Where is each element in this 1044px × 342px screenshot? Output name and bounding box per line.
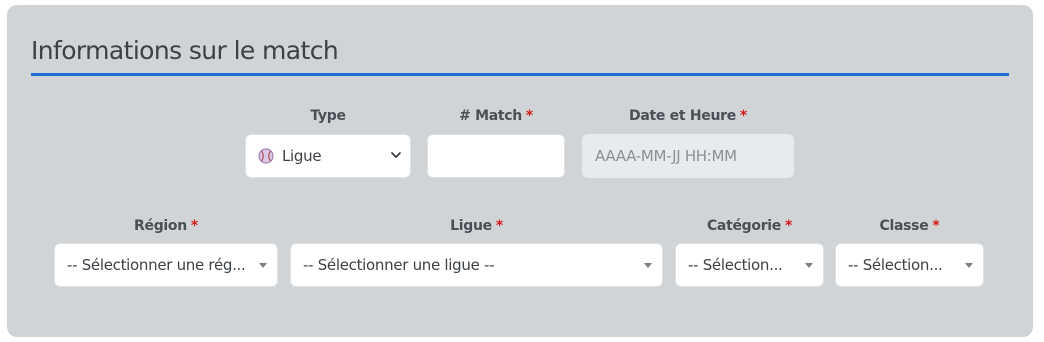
class-select-value: -- Sélection...	[848, 256, 943, 274]
league-label-text: Ligue	[450, 218, 492, 234]
required-mark: *	[739, 108, 747, 124]
league-label: Ligue *	[290, 218, 663, 234]
region-select[interactable]: -- Sélectionner une rég...	[54, 243, 278, 287]
date-time-label: Date et Heure *	[582, 108, 794, 124]
date-time-label-text: Date et Heure	[629, 108, 736, 124]
caret-down-icon	[259, 263, 267, 268]
type-label-text: Type	[310, 108, 346, 124]
required-mark: *	[190, 218, 198, 234]
category-select-value: -- Sélection...	[688, 256, 783, 274]
class-select[interactable]: -- Sélection...	[835, 243, 984, 287]
caret-down-icon	[805, 263, 813, 268]
type-label: Type	[245, 108, 411, 124]
required-mark: *	[785, 218, 793, 234]
caret-down-icon	[644, 263, 652, 268]
class-label-text: Classe	[879, 218, 929, 234]
league-select-value: -- Sélectionner une ligue --	[303, 256, 495, 274]
class-label: Classe *	[835, 218, 984, 234]
category-label-text: Catégorie	[706, 218, 782, 234]
type-select-value: Ligue	[282, 147, 322, 165]
required-mark: *	[525, 108, 533, 124]
match-number-label: # Match *	[427, 108, 565, 124]
required-mark: *	[932, 218, 940, 234]
caret-down-icon	[965, 263, 973, 268]
chevron-down-icon	[391, 152, 401, 158]
category-select[interactable]: -- Sélection...	[675, 243, 824, 287]
category-label: Catégorie *	[675, 218, 824, 234]
section-title: Informations sur le match	[31, 36, 339, 65]
league-select[interactable]: -- Sélectionner une ligue --	[290, 243, 663, 287]
match-number-label-text: # Match	[459, 108, 522, 124]
region-label: Région *	[54, 218, 278, 234]
title-divider	[31, 73, 1009, 76]
match-info-card: Informations sur le match Type # Match * …	[7, 5, 1033, 337]
date-time-input[interactable]: AAAA-MM-JJ HH:MM	[582, 134, 794, 178]
region-label-text: Région	[134, 218, 187, 234]
region-select-value: -- Sélectionner une rég...	[67, 256, 246, 274]
match-number-input[interactable]	[427, 134, 565, 178]
baseball-icon	[258, 148, 274, 164]
required-mark: *	[495, 218, 503, 234]
type-select[interactable]: Ligue	[245, 134, 411, 178]
date-time-placeholder: AAAA-MM-JJ HH:MM	[595, 147, 737, 165]
